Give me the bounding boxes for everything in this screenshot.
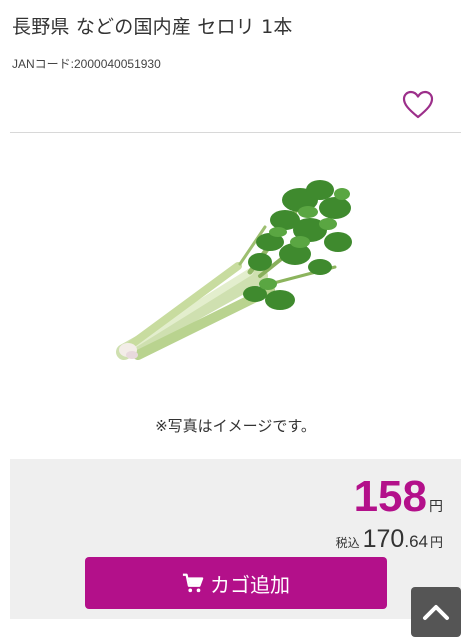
divider <box>10 132 461 133</box>
scroll-to-top-button[interactable] <box>411 587 461 637</box>
add-to-cart-label: カゴ追加 <box>210 572 290 597</box>
tax-label: 税込 <box>335 536 360 550</box>
jan-code: JANコード:2000040051930 <box>12 57 161 71</box>
celery-product-image <box>116 180 352 360</box>
price-with-tax: 税込 170 .64 円 <box>336 525 443 554</box>
cart-icon <box>182 573 204 593</box>
image-disclaimer: ※写真はイメージです。 <box>155 417 316 435</box>
chevron-up-icon <box>423 605 449 620</box>
price-panel: 158 円 税込 170 .64 円 カゴ追加 <box>10 459 461 619</box>
tax-price-integer: 170 <box>362 525 405 553</box>
add-to-cart-button[interactable]: カゴ追加 <box>85 557 387 609</box>
tax-price-decimal: .64 <box>404 532 428 551</box>
tax-unit: 円 <box>429 536 443 551</box>
price-unit: 円 <box>429 499 443 515</box>
heart-outline-icon[interactable] <box>402 90 434 120</box>
price: 158 円 <box>354 473 443 521</box>
price-value: 158 <box>353 472 427 521</box>
product-title: 長野県 などの国内産 セロリ 1本 <box>12 16 293 38</box>
